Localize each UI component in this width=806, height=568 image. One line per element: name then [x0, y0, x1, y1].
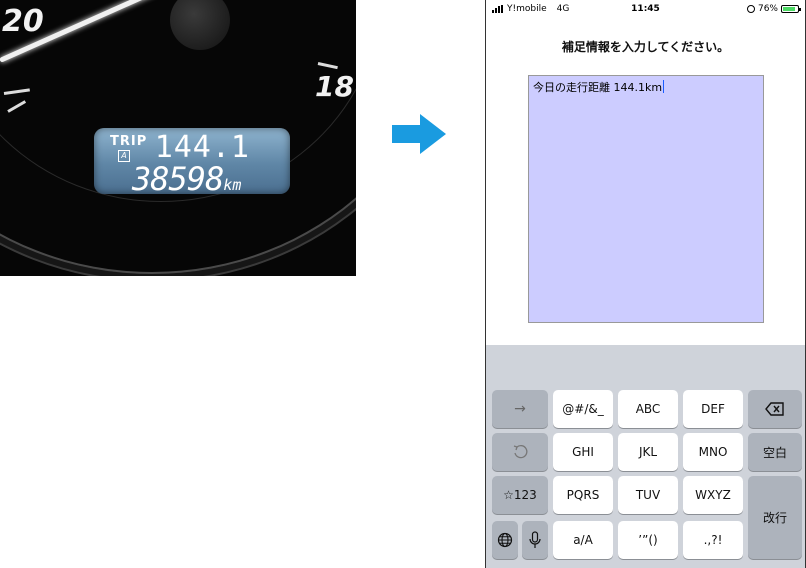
key-tuv[interactable]: TUV: [618, 476, 678, 514]
delete-key[interactable]: [748, 390, 802, 428]
text-field-value: 今日の走行距離 144.1km: [533, 81, 663, 94]
battery-percent: 76%: [757, 4, 778, 14]
return-key[interactable]: 改行: [748, 476, 802, 559]
undo-key[interactable]: [492, 433, 548, 471]
space-key[interactable]: 空白: [748, 433, 802, 471]
status-right: 76%: [746, 4, 801, 14]
mic-icon: [529, 531, 541, 548]
key-jkl[interactable]: JKL: [618, 433, 678, 471]
odometer-unit: km: [223, 176, 242, 194]
odometer-photo: 20 18 TRIP A 144.1 38598km: [0, 0, 356, 276]
mic-key[interactable]: [522, 521, 548, 559]
delete-icon: [765, 402, 784, 416]
speedometer-number-right: 18: [315, 70, 354, 103]
trip-sub-label: A: [118, 150, 130, 162]
status-bar: Y!mobile 4G 11:45 76%: [486, 0, 805, 20]
supplement-text-field[interactable]: 今日の走行距離 144.1km: [528, 75, 764, 323]
odometer-readout: 38598km: [132, 160, 241, 198]
key-mno[interactable]: MNO: [683, 433, 743, 471]
page-title: 補足情報を入力してください。: [561, 40, 730, 54]
undo-icon: [513, 444, 528, 459]
key-abc[interactable]: ABC: [618, 390, 678, 428]
globe-icon: [497, 532, 513, 548]
key-symbols[interactable]: @#/&_: [553, 390, 613, 428]
phone-screen: Y!mobile 4G 11:45 76% 補足情報を入力してください。 今日の…: [485, 0, 806, 568]
numbers-key[interactable]: ☆123: [492, 476, 548, 514]
odometer-value: 38598: [132, 160, 224, 198]
rotation-lock-icon: [746, 5, 755, 13]
right-arrow-icon: [392, 114, 446, 154]
key-case[interactable]: a/A: [553, 521, 613, 559]
next-key[interactable]: →: [492, 390, 548, 428]
speedometer-number-left: 20: [2, 4, 44, 39]
key-quotes[interactable]: ’”(): [618, 521, 678, 559]
battery-icon: [781, 5, 801, 13]
text-cursor: [663, 80, 665, 93]
key-ghi[interactable]: GHI: [553, 433, 613, 471]
key-pqrs[interactable]: PQRS: [553, 476, 613, 514]
globe-key[interactable]: [492, 521, 518, 559]
key-punctuation[interactable]: .,?!: [683, 521, 743, 559]
key-wxyz[interactable]: WXYZ: [683, 476, 743, 514]
keyboard: → @#/&_ ABC DEF GHI JKL MNO 空白 ☆123 PQRS…: [486, 345, 805, 568]
key-def[interactable]: DEF: [683, 390, 743, 428]
trip-label: TRIP: [110, 134, 148, 149]
odometer-lcd: TRIP A 144.1 38598km: [94, 128, 290, 198]
